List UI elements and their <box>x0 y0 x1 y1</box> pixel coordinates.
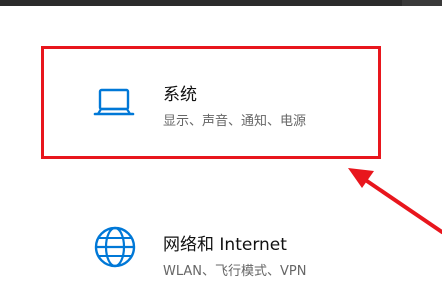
annotation-highlight-box <box>41 46 381 159</box>
globe-icon <box>94 226 136 268</box>
settings-tile-network-description: WLAN、飞行模式、VPN <box>163 264 307 279</box>
window-top-bar <box>0 0 442 6</box>
settings-tile-network-title: 网络和 Internet <box>163 235 287 255</box>
window-top-bar-corner <box>402 0 442 6</box>
settings-tile-network[interactable]: 网络和 Internet WLAN、飞行模式、VPN <box>42 202 386 292</box>
